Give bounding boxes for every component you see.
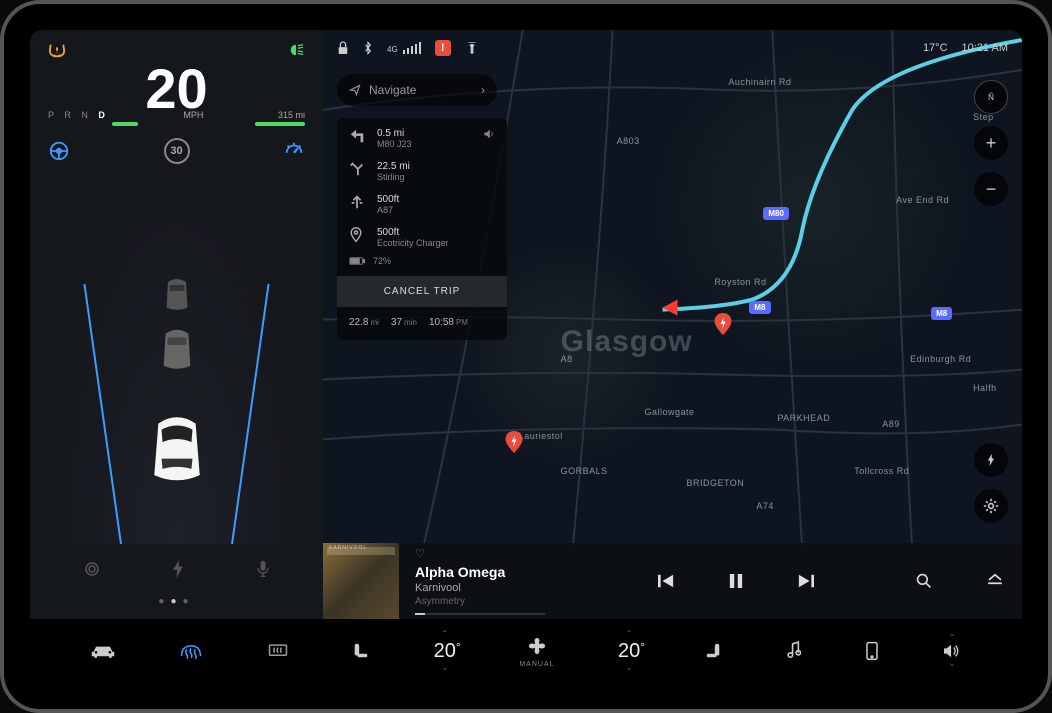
instrument-cluster: 20 P R N D MPH 315 mi 30 ●●● (30, 30, 323, 619)
straight-icon (349, 194, 367, 210)
map-road-label: GORBALS (561, 466, 608, 476)
media-expand-button[interactable] (986, 573, 1004, 589)
map-road-label: Ave End Rd (896, 195, 949, 205)
camera-button[interactable] (83, 560, 101, 578)
map-road-label: Halfh (973, 383, 997, 393)
headlight-icon (287, 43, 305, 57)
temp-left-button[interactable]: ⌃20⌄ (434, 631, 456, 671)
play-pause-button[interactable] (729, 573, 743, 589)
map-road-label: A803 (617, 136, 640, 146)
seat-heat-left-button[interactable] (352, 641, 370, 661)
album-art[interactable]: KARNIVOOL (323, 543, 399, 619)
map-road-label: Auchinairn Rd (728, 77, 791, 87)
voice-button[interactable] (256, 560, 270, 578)
map-road-label: Tollcross Rd (854, 466, 909, 476)
track-album: Asymmetry (415, 596, 555, 607)
map-road-label: BRIDGETON (686, 478, 744, 488)
speed-unit: MPH (183, 110, 203, 120)
lock-icon[interactable] (337, 41, 349, 55)
zoom-out-button[interactable]: − (974, 172, 1008, 206)
zoom-in-button[interactable]: + (974, 126, 1008, 160)
charging-button[interactable] (171, 560, 185, 578)
bottom-dock: ⌃20⌄ MANUAL ⌃20⌄ ⌃⌄ (30, 619, 1022, 683)
autosteer-icon (48, 140, 70, 162)
next-track-button[interactable] (797, 573, 815, 589)
phone-app-button[interactable] (865, 641, 879, 661)
page-dots[interactable]: ●●● (48, 596, 305, 607)
seat-heat-right-button[interactable] (704, 641, 722, 661)
defrost-front-button[interactable] (179, 642, 203, 660)
speed-limit-sign: 30 (164, 138, 190, 164)
status-bar: 4G ! 17°C 10:21 AM (323, 30, 1022, 66)
trip-summary: 22.8mi 37min 10:58PM (349, 307, 495, 330)
map-city-label: Glasgow (561, 325, 693, 359)
clock: 10:21 AM (962, 42, 1008, 54)
fan-button[interactable]: MANUAL (519, 635, 554, 668)
fork-left-icon (349, 161, 367, 177)
charger-pin-icon[interactable] (505, 431, 523, 453)
track-progress[interactable] (415, 613, 545, 615)
favorite-icon[interactable]: ♡ (415, 547, 555, 560)
nav-step: 500ftA87 (349, 194, 495, 215)
turn-left-icon (349, 128, 367, 144)
media-search-button[interactable] (916, 573, 932, 589)
temp-right-button[interactable]: ⌃20⌄ (618, 631, 640, 671)
charger-pin-icon[interactable] (714, 313, 732, 335)
map-road-label: PARKHEAD (777, 413, 830, 423)
cancel-trip-button[interactable]: CANCEL TRIP (337, 276, 507, 307)
navigate-search[interactable]: Navigate › (337, 74, 497, 106)
speed-value: 20 (48, 64, 305, 114)
media-player: KARNIVOOL ♡ Alpha Omega Karnivool Asymme… (323, 543, 1022, 619)
arrival-battery: 72% (373, 256, 391, 266)
signal-icon: 4G (387, 42, 421, 54)
map-settings-button[interactable] (974, 489, 1008, 523)
chargers-button[interactable] (974, 443, 1008, 477)
autopilot-visualization (48, 172, 305, 544)
alert-icon[interactable]: ! (435, 40, 451, 56)
map-road-label: A89 (882, 419, 900, 429)
track-artist: Karnivool (415, 582, 555, 594)
motorway-shield: M8 (749, 301, 770, 314)
volume-button[interactable]: ⌃⌄ (942, 635, 962, 668)
car-controls-button[interactable] (90, 643, 116, 659)
bluetooth-icon[interactable] (363, 41, 373, 55)
compass-button[interactable]: Ñ (974, 80, 1008, 114)
nav-mute-icon[interactable] (483, 128, 495, 140)
map-road-label: A74 (756, 501, 774, 511)
map-road-label: A8 (561, 354, 573, 364)
tesla-logo-icon[interactable] (465, 41, 479, 55)
nav-step: 500ftEcotricity Charger (349, 227, 495, 248)
map-road-label: Royston Rd (714, 277, 766, 287)
nav-step: 0.5 miM80 J23 (349, 128, 495, 149)
range-value: 315 mi (278, 110, 305, 120)
navigate-label: Navigate (369, 83, 416, 97)
map-road-label: Lauriestol (519, 431, 563, 441)
music-app-button[interactable] (785, 641, 801, 661)
motorway-shield: M80 (763, 207, 789, 220)
tacc-icon (283, 140, 305, 162)
ego-vehicle-icon (146, 409, 208, 492)
track-title: Alpha Omega (415, 564, 555, 580)
previous-track-button[interactable] (657, 573, 675, 589)
motorway-shield: M8 (931, 307, 952, 320)
navigate-arrow-icon (349, 84, 361, 96)
map-pane[interactable]: Glasgow Auchinairn Rd Royston Rd Gallowgat… (323, 30, 1022, 619)
defrost-rear-button[interactable] (267, 642, 289, 660)
gear-selector: P R N D (48, 110, 109, 120)
map-road-label: Edinburgh Rd (910, 354, 971, 364)
navigation-directions-panel: 0.5 miM80 J23 22.5 miStirling 500ftA87 500f… (337, 118, 507, 340)
map-road-label: Gallowgate (645, 407, 695, 417)
tpms-warning-icon (48, 42, 66, 58)
outside-temp: 17°C (923, 42, 948, 54)
destination-icon (349, 227, 367, 243)
nav-step: 22.5 miStirling (349, 161, 495, 182)
chevron-right-icon: › (481, 83, 485, 97)
